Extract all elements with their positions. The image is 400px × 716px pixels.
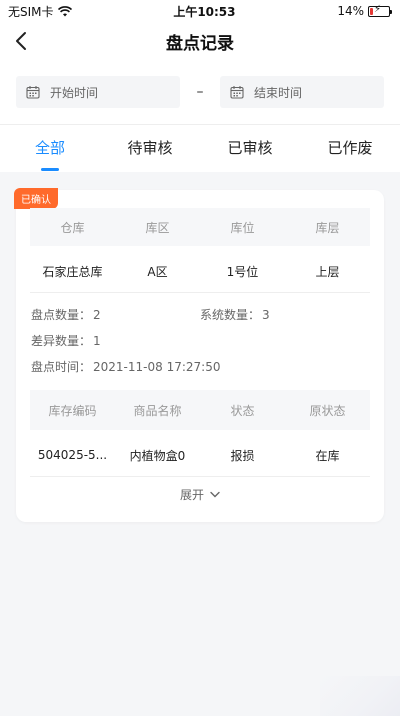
calendar-icon	[26, 86, 40, 99]
count-label: 盘点数量：	[31, 308, 92, 322]
system-count-value: 3	[262, 308, 270, 322]
wifi-icon	[57, 5, 72, 16]
calendar-icon	[230, 86, 244, 99]
tab-pending[interactable]: 待审核	[100, 125, 200, 173]
header-product-name: 商品名称	[133, 403, 182, 418]
end-date-field[interactable]: 结束时间	[220, 76, 384, 108]
battery-level-fill	[369, 7, 373, 15]
status-right: 14% ⚡	[337, 3, 392, 18]
chevron-left-icon[interactable]	[12, 30, 32, 52]
date-separator: –	[196, 84, 204, 100]
header-level: 库层	[315, 220, 340, 235]
system-count-label: 系统数量：	[200, 308, 261, 322]
diff-count-info: 差异数量： 1	[31, 332, 101, 349]
status-left: 无SIM卡	[8, 3, 72, 20]
carrier-label: 无SIM卡	[8, 4, 54, 19]
count-time-info: 盘点时间： 2021-11-08 17:27:50	[31, 358, 220, 375]
top-header: 无SIM卡 上午10:53 14% ⚡ 盘点记录 开始时间 – 结束时间 全部 …	[0, 0, 400, 172]
count-info: 盘点数量： 2	[31, 306, 101, 323]
value-zone: A区	[147, 264, 168, 279]
value-level: 上层	[315, 264, 340, 279]
count-time-label: 盘点时间：	[31, 360, 92, 374]
end-date-placeholder: 结束时间	[254, 85, 303, 100]
tab-voided[interactable]: 已作废	[300, 125, 400, 173]
stock-code: 504025-5...	[37, 448, 108, 462]
status-tabs: 全部 待审核 已审核 已作废	[0, 124, 400, 172]
status-time: 上午10:53	[173, 4, 236, 19]
table-row: 504025-5... 内植物盒0 报损 在库	[30, 436, 370, 474]
goods-header-row: 库存编码 商品名称 状态 原状态	[30, 390, 370, 430]
status-bar: 无SIM卡 上午10:53 14% ⚡	[0, 0, 400, 22]
product-name: 内植物盒0	[129, 448, 186, 463]
header-zone: 库区	[145, 220, 170, 235]
status-badge: 已确认	[14, 188, 58, 209]
header-stock-code: 库存编码	[48, 403, 97, 418]
value-warehouse: 石家庄总库	[42, 264, 103, 279]
header-warehouse: 仓库	[60, 220, 85, 235]
count-time-value: 2021-11-08 17:27:50	[93, 360, 221, 374]
value-slot: 1号位	[226, 264, 259, 279]
corner-shade	[320, 676, 400, 716]
location-header-row: 仓库 库区 库位 库层	[30, 208, 370, 246]
tab-all[interactable]: 全部	[0, 125, 100, 173]
start-date-placeholder: 开始时间	[50, 85, 99, 100]
header-slot: 库位	[230, 220, 255, 235]
expand-label: 展开	[179, 488, 204, 502]
battery-icon: ⚡	[367, 3, 392, 17]
header-status: 状态	[230, 403, 255, 418]
location-value-row: 石家庄总库 A区 1号位 上层	[30, 252, 370, 290]
start-date-field[interactable]: 开始时间	[16, 76, 180, 108]
page-title: 盘点记录	[166, 33, 234, 54]
expand-button[interactable]: 展开	[16, 486, 384, 503]
inventory-record-card[interactable]: 已确认 仓库 库区 库位 库层 石家庄总库 A区 1号位 上层 盘点数量： 2 系…	[14, 188, 384, 522]
diff-count-label: 差异数量：	[31, 334, 92, 348]
header-original-status: 原状态	[309, 403, 346, 418]
divider	[30, 476, 370, 477]
tab-approved[interactable]: 已审核	[200, 125, 300, 173]
count-value: 2	[93, 308, 101, 322]
divider	[30, 292, 370, 293]
battery-percent: 14%	[337, 4, 364, 18]
charging-icon: ⚡	[373, 3, 382, 15]
original-status: 在库	[315, 448, 340, 463]
navigation-bar: 盘点记录	[0, 22, 400, 60]
diff-count-value: 1	[93, 334, 101, 348]
status: 报损	[230, 448, 255, 463]
date-filter-row: 开始时间 – 结束时间	[0, 60, 400, 124]
system-count-info: 系统数量： 3	[200, 306, 270, 323]
chevron-down-icon	[210, 491, 220, 498]
